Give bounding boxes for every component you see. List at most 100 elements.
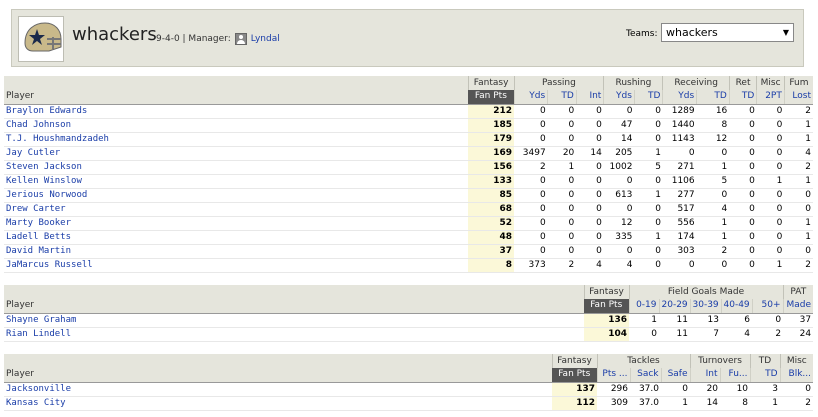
- player-link[interactable]: Jay Cutler: [4, 146, 469, 161]
- stat-cell: 0: [629, 327, 659, 342]
- stat-cell: 0: [756, 118, 785, 133]
- col-rec-td[interactable]: TD: [696, 90, 730, 105]
- col-int[interactable]: Int: [689, 368, 721, 383]
- stat-cell: 2: [784, 160, 813, 175]
- stat-cell: 20: [547, 146, 577, 161]
- stat-cell: 0: [547, 202, 577, 217]
- stat-cell: 2: [784, 104, 813, 119]
- col-pass-td[interactable]: TD: [547, 90, 577, 105]
- stat-cell: 8: [696, 118, 730, 133]
- player-link[interactable]: Kansas City: [4, 396, 552, 411]
- player-link[interactable]: Jerious Norwood: [4, 188, 469, 203]
- defense-group-header: Fantasy Tackles Turnovers TD Misc: [4, 354, 814, 368]
- col-td[interactable]: TD: [749, 368, 781, 383]
- stat-cell: 0: [576, 174, 604, 189]
- stat-cell: 1: [750, 396, 781, 411]
- col-rec-yds[interactable]: Yds: [662, 90, 697, 105]
- stat-cell: 0: [752, 313, 784, 328]
- stat-cell: 1: [547, 160, 577, 175]
- dropdown-arrow-icon: ▼: [782, 28, 789, 37]
- col-fg-30-39[interactable]: 30-39: [689, 299, 721, 314]
- fantasy-points-cell: 68: [468, 202, 515, 217]
- stat-cell: 0: [729, 258, 757, 273]
- player-link[interactable]: Marty Booker: [4, 216, 469, 231]
- col-fg-40-49[interactable]: 40-49: [720, 299, 752, 314]
- col-rush-td[interactable]: TD: [633, 90, 663, 105]
- stat-cell: 3: [750, 382, 781, 397]
- player-link[interactable]: T.J. Houshmandzadeh: [4, 132, 469, 147]
- teams-select[interactable]: whackers ▼: [661, 23, 794, 42]
- table-row: Marty Booker 52 0 0 0 12 0 556 1 0 0 1: [4, 216, 813, 231]
- player-link[interactable]: Kellen Winslow: [4, 174, 469, 189]
- manager-link[interactable]: Lyndal: [251, 34, 280, 44]
- stat-cell: 174: [662, 230, 697, 245]
- stat-cell: 0: [634, 104, 663, 119]
- stat-cell: 5: [696, 174, 730, 189]
- stat-cell: 1143: [662, 132, 697, 147]
- stat-cell: 2: [780, 396, 814, 411]
- player-link[interactable]: Jacksonville: [4, 382, 552, 397]
- stat-cell: 4: [576, 258, 604, 273]
- fantasy-points-cell: 169: [468, 146, 515, 161]
- player-link[interactable]: Shayne Graham: [4, 313, 584, 328]
- col-rush-yds[interactable]: Yds: [603, 90, 635, 105]
- stat-cell: 4: [721, 327, 752, 342]
- player-link[interactable]: Drew Carter: [4, 202, 469, 217]
- stat-cell: 0: [603, 174, 635, 189]
- stat-cell: 0: [576, 188, 604, 203]
- col-fan-pts[interactable]: Fan Pts: [468, 90, 515, 105]
- col-fg-20-29[interactable]: 20-29: [658, 299, 690, 314]
- stat-cell: 12: [696, 132, 730, 147]
- col-safe[interactable]: Safe: [660, 368, 691, 383]
- col-blk[interactable]: Blk...: [779, 368, 814, 383]
- fantasy-points-cell: 136: [584, 313, 629, 328]
- col-pts-allowed[interactable]: Pts ...: [596, 368, 630, 383]
- stat-cell: 0: [756, 230, 785, 245]
- col-ret-td[interactable]: TD: [728, 90, 757, 105]
- col-misc-2pt[interactable]: 2PT: [756, 90, 785, 105]
- stat-cell: 37.0: [630, 396, 661, 411]
- player-link[interactable]: Ladell Betts: [4, 230, 469, 245]
- stat-cell: 2: [696, 244, 730, 259]
- group-field-goals: Field Goals Made: [628, 285, 784, 299]
- col-fan-pts[interactable]: Fan Pts: [552, 368, 597, 383]
- table-row: Jay Cutler 169 3497 20 14 205 1 0 0 0 0 4: [4, 146, 813, 161]
- stat-cell: 1002: [603, 160, 635, 175]
- table-row: Braylon Edwards 212 0 0 0 0 0 1289 16 0 0 2: [4, 104, 813, 119]
- col-fan-pts[interactable]: Fan Pts: [584, 299, 629, 314]
- player-link[interactable]: Braylon Edwards: [4, 104, 469, 119]
- stat-cell: 2: [547, 258, 577, 273]
- col-fumble[interactable]: Fu...: [719, 368, 751, 383]
- manager-user-icon: [234, 33, 247, 45]
- col-fg-50-plus[interactable]: 50+: [751, 299, 784, 314]
- col-pat-made[interactable]: Made: [782, 299, 814, 314]
- stat-cell: 205: [603, 146, 635, 161]
- table-row: Kellen Winslow 133 0 0 0 0 0 1106 5 0 1 1: [4, 174, 813, 189]
- stat-cell: 1: [784, 174, 813, 189]
- group-td: TD: [749, 354, 781, 368]
- col-fum-lost[interactable]: Lost: [783, 90, 813, 105]
- stat-cell: 1: [756, 258, 785, 273]
- stat-cell: 1: [784, 118, 813, 133]
- player-link[interactable]: Chad Johnson: [4, 118, 469, 133]
- table-row: T.J. Houshmandzadeh 179 0 0 0 14 0 1143 12 0 0 1: [4, 132, 813, 147]
- player-link[interactable]: JaMarcus Russell: [4, 258, 469, 273]
- stat-cell: 0: [784, 244, 813, 259]
- player-link[interactable]: Steven Jackson: [4, 160, 469, 175]
- col-pass-int[interactable]: Int: [575, 90, 604, 105]
- col-fg-0-19[interactable]: 0-19: [628, 299, 659, 314]
- stat-cell: 0: [729, 146, 757, 161]
- player-link[interactable]: Rian Lindell: [4, 327, 584, 342]
- group-ret: Ret: [728, 76, 757, 90]
- stat-cell: 0: [576, 160, 604, 175]
- col-pass-yds[interactable]: Yds: [513, 90, 548, 105]
- fantasy-points-cell: 85: [468, 188, 515, 203]
- stat-cell: 0: [662, 146, 697, 161]
- group-fantasy: Fantasy: [467, 76, 515, 90]
- stat-cell: 0: [634, 132, 663, 147]
- col-sack[interactable]: Sack: [629, 368, 661, 383]
- stat-cell: 0: [634, 216, 663, 231]
- stat-cell: 0: [514, 118, 548, 133]
- player-link[interactable]: David Martin: [4, 244, 469, 259]
- fantasy-points-cell: 156: [468, 160, 515, 175]
